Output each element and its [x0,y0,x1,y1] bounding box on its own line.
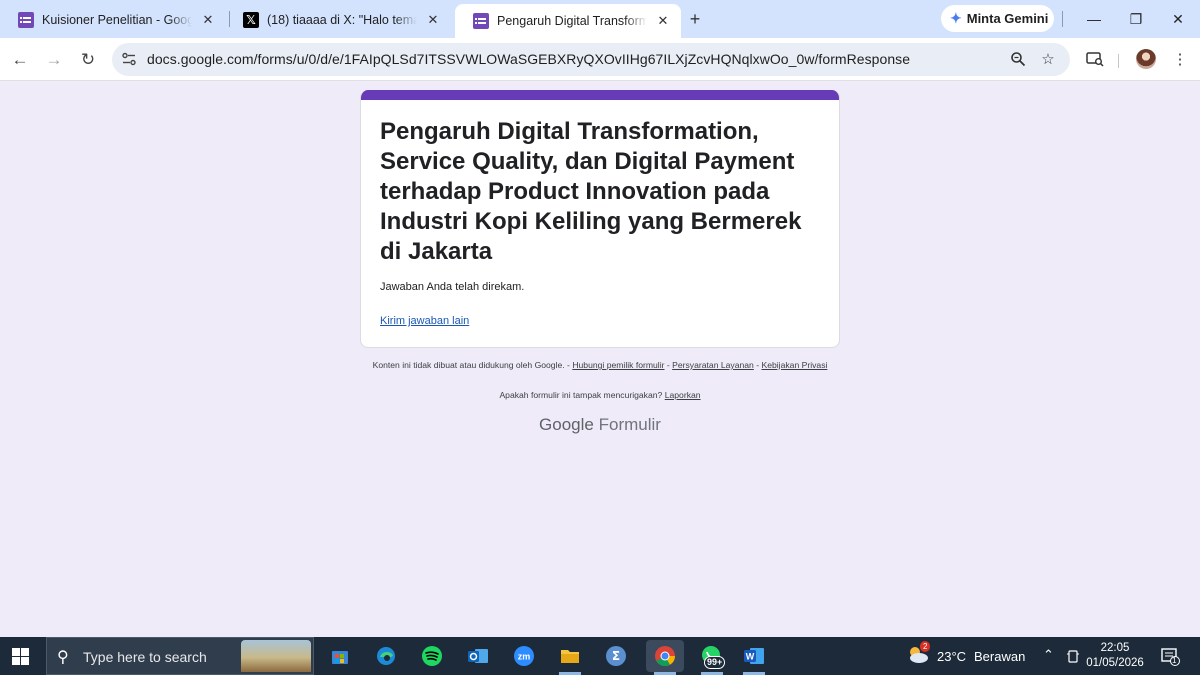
notification-center-icon[interactable]: 1 [1160,646,1180,666]
microsoft-store-icon[interactable] [327,643,353,669]
tab-title: Pengaruh Digital Transformation [497,14,647,28]
minimize-icon[interactable]: — [1082,8,1106,30]
menu-kebab-icon[interactable]: ⋮ [1169,48,1191,70]
tab-x-post[interactable]: 𝕏 (18) tiaaaa di X: "Halo teman-te ✕ [225,5,451,34]
whatsapp-unread-badge: 99+ [704,656,726,669]
browser-toolbar: ← → ↻ docs.google.com/forms/u/0/d/e/1FAI… [0,38,1200,81]
brand-product: Formulir [598,415,661,434]
search-highlight-image [241,640,311,672]
window-close-icon[interactable]: ✕ [1166,8,1190,30]
bookmark-star-icon[interactable]: ☆ [1038,49,1058,69]
form-accent-bar [361,90,839,100]
outlook-icon[interactable] [465,643,491,669]
notification-count: 1 [1172,656,1177,665]
tab-title: Kuisioner Penelitian - Google Fo [42,12,192,27]
terms-link[interactable]: Persyaratan Layanan [672,360,754,370]
zoom-icon[interactable] [1008,49,1028,69]
temperature[interactable]: 23°C [937,649,966,664]
form-title: Pengaruh Digital Transformation, Service… [380,118,802,265]
profile-avatar[interactable] [1136,49,1156,69]
forms-icon [473,13,489,29]
system-clock[interactable]: 22:05 01/05/2026 [1082,641,1148,671]
windows-taskbar: ⚲ Type here to search zm Σ 99+ W 2 23°C … [0,637,1200,675]
chrome-icon[interactable] [646,640,684,672]
new-tab-icon[interactable]: + [684,8,706,30]
forms-icon [18,11,34,28]
search-icon: ⚲ [57,649,69,666]
edge-icon[interactable] [373,643,399,669]
separator: - [664,360,673,370]
submit-another-response-link[interactable]: Kirim jawaban lain [380,315,469,327]
report-line: Apakah formulir ini tampak mencurigakan?… [370,390,830,400]
chevron-up-icon[interactable]: ⌃ [1043,647,1054,663]
zoom-app-icon[interactable]: zm [511,643,537,669]
privacy-link[interactable]: Kebijakan Privasi [761,360,827,370]
gemini-sparkle-icon: ✦ [950,10,962,26]
clock-date: 01/05/2026 [1086,657,1144,669]
url-text[interactable]: docs.google.com/forms/u/0/d/e/1FAIpQLSd7… [147,51,910,67]
svg-text:Σ: Σ [612,649,620,663]
word-icon[interactable]: W [741,643,767,669]
svg-text:W: W [746,652,755,662]
tab-strip: Kuisioner Penelitian - Google Fo ✕ 𝕏 (18… [0,0,1200,38]
google-lens-icon[interactable] [1084,48,1106,70]
tray-device-icon[interactable] [1066,648,1080,664]
disclaimer-text: Konten ini tidak dibuat atau didukung ol… [372,360,573,370]
gemini-button[interactable]: ✦ Minta Gemini [941,5,1054,32]
x-icon: 𝕏 [243,11,259,28]
svg-text:zm: zm [518,652,531,662]
contact-owner-link[interactable]: Hubungi pemilik formulir [572,360,664,370]
address-bar[interactable]: docs.google.com/forms/u/0/d/e/1FAIpQLSd7… [112,43,1070,76]
suspicious-text: Apakah formulir ini tampak mencurigakan? [499,390,665,400]
toolbar-separator [1118,54,1119,68]
clock-time: 22:05 [1100,642,1130,654]
gemini-label: Minta Gemini [966,11,1049,26]
taskbar-search-box[interactable]: ⚲ Type here to search [46,637,314,675]
file-explorer-icon[interactable] [557,643,583,669]
google-forms-logo[interactable]: Google Formulir [370,415,830,435]
forward-arrow-icon[interactable]: → [42,48,66,72]
tab-kuisioner[interactable]: Kuisioner Penelitian - Google Fo ✕ [0,5,226,34]
windows-start-icon[interactable] [12,648,29,665]
spotify-icon[interactable] [419,643,445,669]
window-controls-separator [1062,11,1063,27]
whatsapp-icon[interactable]: 99+ [695,643,729,669]
confirmation-message: Jawaban Anda telah direkam. [380,281,525,293]
form-response-card: Pengaruh Digital Transformation, Service… [360,90,840,348]
tab-title: (18) tiaaaa di X: "Halo teman-te [267,12,417,27]
sigma-app-icon[interactable]: Σ [603,643,629,669]
close-icon[interactable]: ✕ [425,12,441,28]
brand-google: Google [539,415,594,434]
back-arrow-icon[interactable]: ← [8,48,32,72]
close-icon[interactable]: ✕ [655,13,671,29]
search-placeholder: Type here to search [83,649,207,665]
weather-cloud-icon[interactable]: 2 [905,641,931,669]
tab-pengaruh-active[interactable]: Pengaruh Digital Transformation ✕ [455,4,681,38]
close-icon[interactable]: ✕ [200,12,216,28]
reload-icon[interactable]: ↻ [76,48,100,72]
weather-condition[interactable]: Berawan [974,649,1025,664]
restore-icon[interactable]: ❐ [1124,8,1148,30]
site-settings-icon[interactable] [121,51,137,67]
form-disclaimer: Konten ini tidak dibuat atau didukung ol… [370,360,830,370]
report-link[interactable]: Laporkan [665,390,701,400]
